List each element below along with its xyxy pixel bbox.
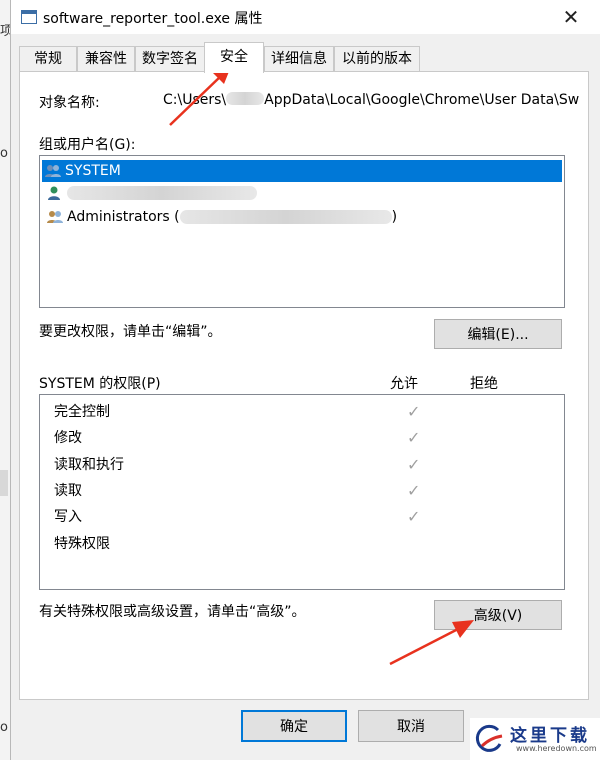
user-item-administrators[interactable]: Administrators ( )	[44, 206, 397, 228]
permission-name: 读取和执行	[54, 457, 124, 473]
advanced-settings-hint: 有关特殊权限或高级设置，请单击“高级”。	[39, 604, 306, 620]
watermark-title: 这里下载	[510, 726, 590, 746]
tab-details[interactable]: 详细信息	[264, 46, 334, 71]
allow-column-header: 允许	[390, 376, 418, 392]
watermark-url: www.heredown.com	[516, 744, 597, 753]
object-name-label: 对象名称:	[39, 95, 100, 111]
advanced-button[interactable]: 高级(V)	[434, 600, 562, 630]
permissions-label: SYSTEM 的权限(P)	[39, 376, 161, 392]
cancel-button[interactable]: 取消	[358, 710, 464, 742]
close-icon: ✕	[562, 5, 580, 29]
permission-row: 写入 ✓	[54, 504, 554, 530]
tab-security[interactable]: 安全	[204, 42, 264, 73]
object-path-value: C:\Users\ AppData\Local\Google\Chrome\Use…	[163, 92, 583, 108]
permission-name: 完全控制	[54, 404, 110, 420]
permission-row: 读取和执行 ✓	[54, 452, 554, 478]
user-icon	[48, 186, 60, 200]
background-window-edge	[0, 0, 10, 760]
redacted-username	[226, 92, 265, 105]
permission-name: 修改	[54, 430, 82, 446]
change-permissions-hint: 要更改权限，请单击“编辑”。	[39, 324, 222, 340]
redacted-user-name	[67, 186, 257, 200]
edit-button[interactable]: 编辑(E)...	[434, 319, 562, 349]
user-item-label: SYSTEM	[65, 163, 121, 179]
user-item-label: Administrators (	[67, 209, 180, 225]
group-users-icon	[47, 211, 63, 223]
permissions-list[interactable]: 完全控制 ✓ 修改 ✓ 读取和执行 ✓ 读取 ✓ 写入 ✓ 特殊权限	[39, 394, 565, 590]
tab-general[interactable]: 常规	[19, 46, 77, 71]
security-panel: 对象名称: C:\Users\ AppData\Local\Google\Chro…	[19, 71, 589, 700]
background-text-fragment: o	[0, 720, 8, 735]
tab-digital-signatures[interactable]: 数字签名	[135, 46, 205, 71]
allow-check-icon: ✓	[407, 507, 421, 526]
title-bar[interactable]: software_reporter_tool.exe 属性 ✕	[11, 0, 600, 34]
permission-row: 完全控制 ✓	[54, 399, 554, 425]
close-button[interactable]: ✕	[557, 3, 585, 31]
allow-check-icon: ✓	[407, 428, 421, 447]
allow-check-icon: ✓	[407, 455, 421, 474]
properties-dialog: software_reporter_tool.exe 属性 ✕ 常规 兼容性 数…	[10, 0, 600, 760]
background-text-fragment: o	[0, 146, 8, 161]
user-item-system[interactable]: SYSTEM	[42, 160, 562, 182]
permission-name: 特殊权限	[54, 536, 110, 552]
permission-row: 读取 ✓	[54, 478, 554, 504]
user-item-label-suffix: )	[391, 209, 398, 225]
deny-column-header: 拒绝	[470, 376, 498, 392]
tab-compatibility[interactable]: 兼容性	[77, 46, 135, 71]
allow-check-icon: ✓	[407, 402, 421, 421]
ok-button[interactable]: 确定	[241, 710, 347, 742]
permission-name: 读取	[54, 483, 82, 499]
permission-name: 写入	[54, 509, 82, 525]
site-watermark: 这里下载 www.heredown.com	[470, 718, 600, 760]
object-path-suffix: AppData\Local\Google\Chrome\User Data\Sw	[264, 92, 580, 108]
tab-previous-versions[interactable]: 以前的版本	[334, 46, 420, 71]
object-path-prefix: C:\Users\	[163, 92, 227, 108]
executable-file-icon	[21, 10, 37, 24]
watermark-logo-icon	[475, 724, 503, 752]
background-row	[0, 470, 8, 496]
permission-row: 修改 ✓	[54, 425, 554, 451]
window-title: software_reporter_tool.exe 属性	[43, 11, 263, 27]
permission-row: 特殊权限	[54, 531, 554, 557]
redacted-group-name	[179, 210, 392, 224]
groups-label: 组或用户名(G):	[39, 137, 136, 153]
group-users-icon	[45, 165, 61, 177]
user-item-redacted[interactable]	[44, 182, 257, 204]
allow-check-icon: ✓	[407, 481, 421, 500]
users-listbox[interactable]: SYSTEM Administrators ( )	[39, 155, 565, 308]
